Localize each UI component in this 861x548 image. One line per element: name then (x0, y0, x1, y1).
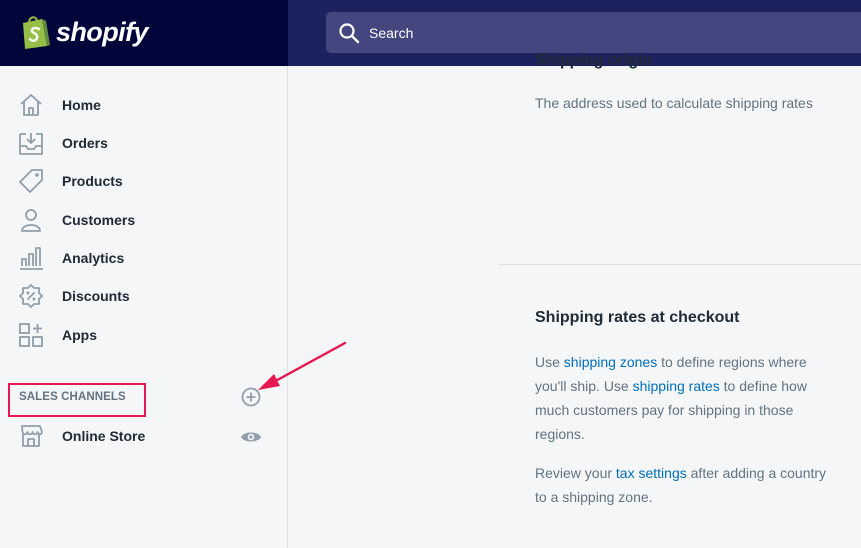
shipping-origin-description: The address used to calculate shipping r… (535, 95, 813, 111)
sidebar-item-customers[interactable]: Customers (0, 203, 288, 237)
shipping-origin-heading: Shipping origin (535, 52, 653, 69)
shopify-logo[interactable]: shopify (20, 14, 148, 50)
sidebar-item-label: Discounts (62, 288, 130, 304)
sidebar-item-home[interactable]: Home (0, 88, 288, 122)
sidebar-item-label: Home (62, 97, 101, 113)
shipping-rates-paragraph: Use shipping zones to define regions whe… (535, 350, 835, 446)
brand-area: shopify (0, 0, 288, 66)
sidebar-item-label: Apps (62, 327, 97, 343)
sales-channels-heading: SALES CHANNELS (19, 391, 126, 403)
shipping-rates-heading: Shipping rates at checkout (535, 309, 740, 326)
text-fragment: Use (535, 354, 564, 370)
sidebar-item-label: Products (62, 173, 123, 189)
text-fragment: Review your (535, 465, 616, 481)
brand-name: shopify (56, 16, 148, 47)
apps-grid-icon (19, 323, 43, 347)
search-bar[interactable]: Search (326, 12, 861, 53)
tax-settings-paragraph: Review your tax settings after adding a … (535, 461, 835, 509)
sidebar: Home Orders Products Customers Analytics (0, 66, 288, 548)
home-icon (20, 94, 42, 116)
store-icon (21, 425, 43, 447)
shipping-zones-link[interactable]: shipping zones (564, 354, 657, 370)
sidebar-item-label: Analytics (62, 250, 125, 266)
sidebar-item-products[interactable]: Products (0, 164, 288, 198)
sidebar-item-analytics[interactable]: Analytics (0, 241, 288, 275)
search-icon (339, 22, 360, 43)
bar-chart-icon (20, 247, 43, 270)
sidebar-item-label: Online Store (62, 428, 146, 444)
orders-icon (19, 133, 43, 155)
tag-icon (19, 169, 43, 193)
sidebar-item-orders[interactable]: Orders (0, 126, 288, 160)
shopify-bag-icon (23, 16, 50, 49)
sidebar-item-label: Customers (62, 212, 136, 228)
view-store-eye-icon[interactable] (240, 426, 262, 448)
discount-icon (19, 284, 43, 308)
shipping-rates-link[interactable]: shipping rates (633, 378, 720, 394)
main-content: Shipping origin The address used to calc… (289, 52, 861, 548)
person-icon (21, 209, 41, 232)
sidebar-item-discounts[interactable]: Discounts (0, 279, 288, 313)
top-bar: shopify Search (0, 0, 861, 66)
tax-settings-link[interactable]: tax settings (616, 465, 687, 481)
section-divider (498, 264, 861, 265)
search-placeholder: Search (369, 24, 414, 41)
sidebar-item-label: Orders (62, 135, 108, 151)
sidebar-item-apps[interactable]: Apps (0, 318, 288, 352)
